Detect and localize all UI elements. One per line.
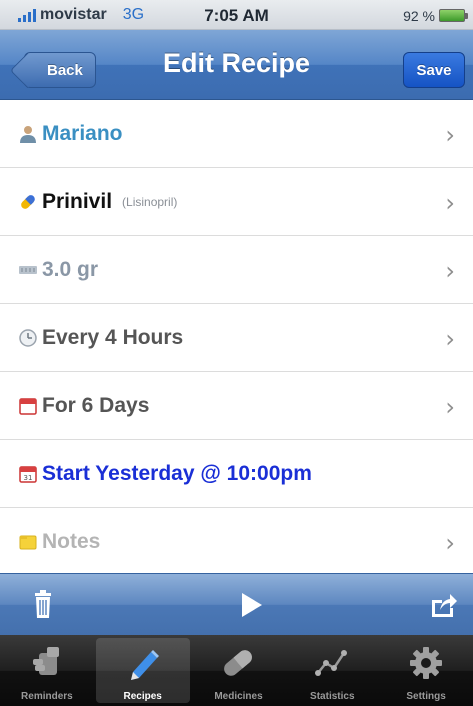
medicine-row[interactable]: Prinivil (Lisinopril) ›: [0, 168, 473, 236]
battery-percentage: 92 %: [403, 8, 435, 24]
tab-reminders[interactable]: Reminders: [0, 635, 94, 706]
tab-label: Recipes: [123, 691, 162, 702]
tab-statistics[interactable]: Statistics: [285, 635, 379, 706]
clock: 7:05 AM: [204, 6, 269, 25]
patient-row[interactable]: Mariano ›: [0, 100, 473, 168]
chart-icon: [315, 650, 348, 676]
chevron-right-icon: ›: [445, 257, 455, 285]
tab-bar: Reminders Recipes Medicines Statistics S…: [0, 635, 473, 706]
dose-value: 3.0 gr: [42, 257, 99, 281]
tab-label: Settings: [406, 691, 446, 702]
status-bar: movistar 3G 7:05 AM 92 %: [0, 0, 473, 30]
tab-label: Medicines: [214, 691, 263, 702]
calendar-start-icon: 31: [19, 466, 37, 483]
trash-icon[interactable]: [32, 588, 54, 620]
chevron-right-icon: ›: [445, 325, 455, 353]
tab-label: Reminders: [21, 691, 73, 702]
chevron-right-icon: ›: [445, 189, 455, 217]
capsule-icon: [224, 650, 253, 676]
tab-medicines[interactable]: Medicines: [192, 635, 286, 706]
play-icon[interactable]: [240, 592, 264, 618]
duration-row[interactable]: For 6 Days ›: [0, 372, 473, 440]
notes-row[interactable]: Notes ›: [0, 508, 473, 576]
medicine-name: Prinivil: [42, 189, 113, 213]
dose-icon: [19, 266, 37, 274]
dose-row[interactable]: 3.0 gr ›: [0, 236, 473, 304]
tab-label: Statistics: [310, 691, 355, 702]
notes-icon: [19, 535, 37, 550]
duration-value: For 6 Days: [42, 393, 150, 417]
frequency-value: Every 4 Hours: [42, 325, 184, 349]
person-icon: [20, 126, 36, 143]
reminders-icon: [32, 647, 59, 675]
tab-settings[interactable]: Settings: [379, 635, 473, 706]
start-time-value: Start Yesterday @ 10:00pm: [42, 461, 312, 485]
navigation-bar: Back Edit Recipe Save: [0, 30, 473, 100]
chevron-right-icon: ›: [445, 529, 455, 557]
pill-icon: [21, 195, 35, 209]
svg-text:31: 31: [24, 474, 33, 482]
chevron-right-icon: ›: [445, 121, 455, 149]
start-time-row[interactable]: 31 Start Yesterday @ 10:00pm: [0, 440, 473, 508]
pencil-icon: [130, 650, 159, 680]
action-toolbar: [0, 573, 473, 635]
calendar-icon: [19, 398, 37, 415]
tab-recipes[interactable]: Recipes: [95, 638, 190, 703]
gear-icon: [410, 647, 443, 679]
battery-icon: [439, 9, 468, 22]
medicine-generic-name: (Lisinopril): [122, 194, 178, 209]
chevron-right-icon: ›: [445, 393, 455, 421]
share-icon[interactable]: [430, 592, 458, 618]
recipe-field-list: Mariano › Prinivil (Lisinopril) › 3.0 gr…: [0, 100, 473, 576]
save-button[interactable]: Save: [403, 52, 465, 88]
frequency-row[interactable]: Every 4 Hours ›: [0, 304, 473, 372]
patient-name: Mariano: [42, 121, 123, 145]
notes-field: Notes: [42, 529, 101, 553]
clock-icon: [19, 329, 37, 347]
